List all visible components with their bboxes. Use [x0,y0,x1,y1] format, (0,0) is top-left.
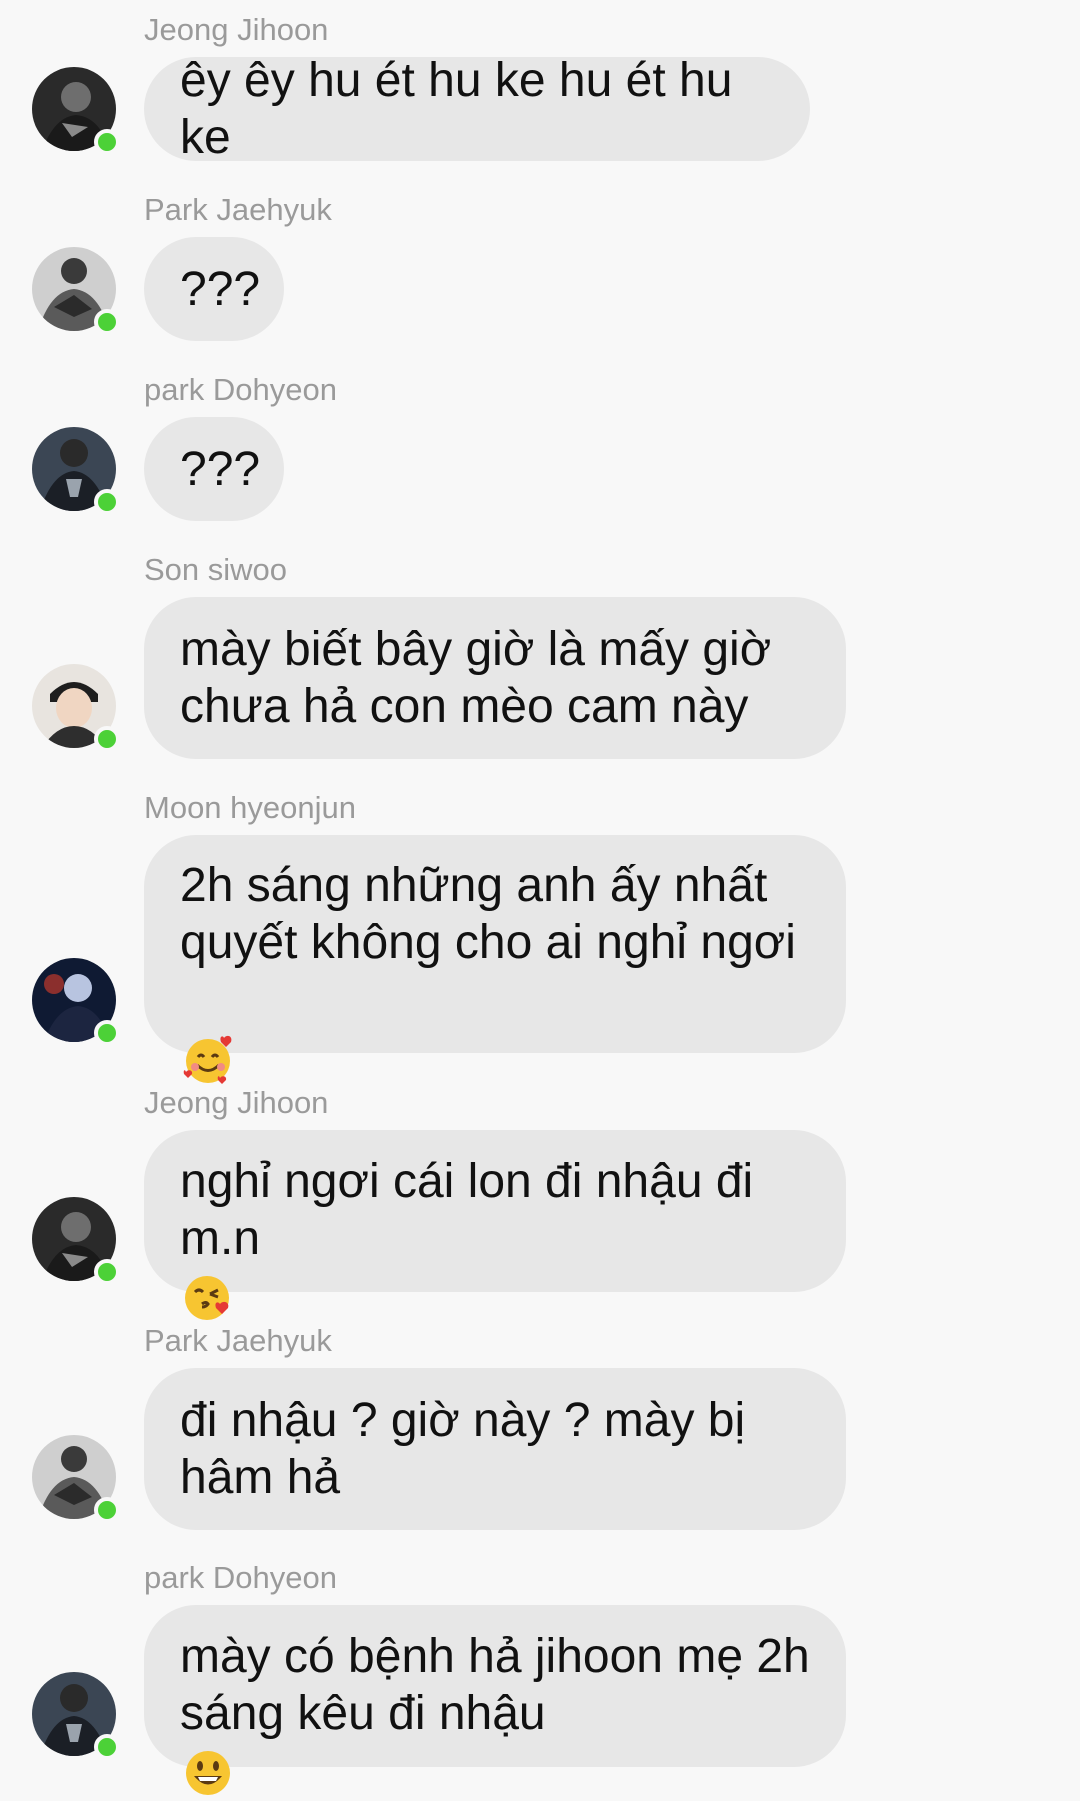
message-bubble[interactable]: ??? [144,237,284,341]
online-status-dot [94,1734,120,1760]
smiling-face-with-hearts-emoji [183,1035,232,1084]
message-group: Park Jaehyuk ??? [0,192,1080,342]
face-blowing-kiss-emoji [185,1276,229,1321]
message-text: ??? [180,442,261,496]
message-bubble[interactable]: nghỉ ngơi cái lon đi nhậu đi m.n [144,1130,846,1321]
online-status-dot [94,1497,120,1523]
sender-name: Son siwoo [144,552,288,587]
message-text: ??? [180,262,261,316]
message-group: Jeong Jihoon nghỉ ngơi cái lon đi nhậu đ… [0,1085,1080,1321]
avatar[interactable] [32,67,120,155]
avatar[interactable] [32,958,120,1046]
message-text: mày có bệnh hả jihoon mẹ 2h sáng kêu đi … [180,1571,810,1801]
sender-name: Park Jaehyuk [144,192,332,227]
avatar[interactable] [32,664,120,752]
message-bubble[interactable]: mày có bệnh hả jihoon mẹ 2h sáng kêu đi … [144,1605,846,1796]
message-group: Jeong Jihoon êy êy hu ét hu ke hu ét hu … [0,12,1080,164]
online-status-dot [94,1020,120,1046]
avatar[interactable] [32,247,120,335]
message-text-body: 2h sáng những anh ấy nhất quyết không ch… [180,859,796,970]
message-group: Moon hyeonjun 2h sáng những anh ấy nhất … [0,790,1080,1084]
sender-name: Park Jaehyuk [144,1323,332,1358]
chat-message-list: Jeong Jihoon êy êy hu ét hu ke hu ét hu … [0,0,1080,1796]
message-group: Park Jaehyuk đi nhậu ? giờ này ? mày bị … [0,1323,1080,1533]
online-status-dot [94,129,120,155]
message-bubble[interactable]: mày biết bây giờ là mấy giờ chưa hả con … [144,597,846,759]
message-group: park Dohyeon mày có bệnh hả jihoon mẹ 2h… [0,1560,1080,1796]
sender-name: park Dohyeon [144,372,338,407]
online-status-dot [94,1259,120,1285]
message-text-body: mày có bệnh hả jihoon mẹ 2h sáng kêu đi … [180,1629,810,1740]
avatar[interactable] [32,427,120,515]
message-text: nghỉ ngơi cái lon đi nhậu đi m.n [180,1096,753,1326]
message-group: Son siwoo mày biết bây giờ là mấy giờ ch… [0,552,1080,762]
avatar[interactable] [32,1672,120,1760]
grinning-face-emoji [186,1751,230,1796]
avatar[interactable] [32,1197,120,1285]
message-text: mày biết bây giờ là mấy giờ chưa hả con … [180,623,772,733]
online-status-dot [94,726,120,752]
online-status-dot [94,309,120,335]
online-status-dot [94,489,120,515]
message-text-body: nghỉ ngơi cái lon đi nhậu đi m.n [180,1154,754,1265]
message-bubble[interactable]: đi nhậu ? giờ này ? mày bị hâm hả [144,1368,846,1530]
avatar[interactable] [32,1435,120,1523]
message-text: đi nhậu ? giờ này ? mày bị hâm hả [180,1394,746,1504]
sender-name: Jeong Jihoon [144,12,329,47]
message-text: êy êy hu ét hu ke hu ét hu ke [180,54,733,164]
message-text: 2h sáng những anh ấy nhất quyết không ch… [180,800,796,1087]
message-bubble[interactable]: ??? [144,417,284,521]
message-bubble[interactable]: êy êy hu ét hu ke hu ét hu ke [144,54,810,164]
message-bubble[interactable]: 2h sáng những anh ấy nhất quyết không ch… [144,835,846,1084]
message-group: park Dohyeon ??? [0,372,1080,522]
